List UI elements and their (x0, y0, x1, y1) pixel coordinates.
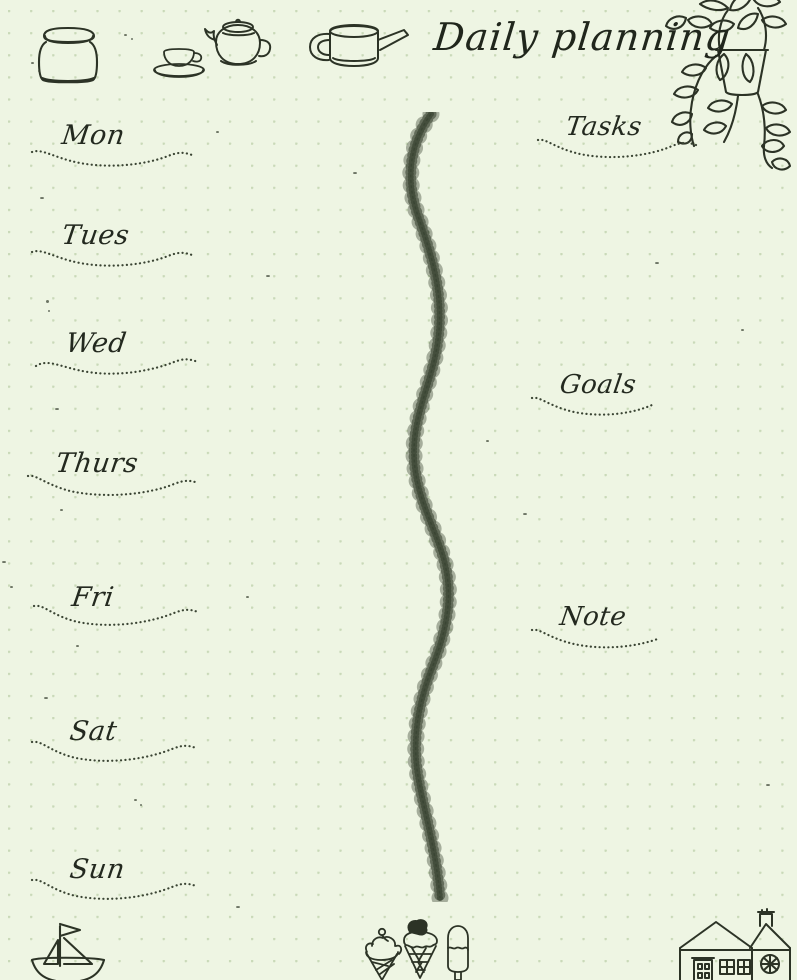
day-label-fri: Fri (69, 582, 116, 613)
day-label-sat: Sat (67, 716, 120, 747)
ink-speck (134, 799, 137, 801)
ink-speck (60, 509, 63, 511)
ink-speck (741, 329, 744, 331)
ink-speck (655, 262, 659, 264)
ink-speck (55, 408, 59, 410)
ink-speck (44, 697, 48, 699)
page-title: Daily planning (431, 15, 734, 59)
ink-speck (76, 645, 79, 647)
day-underline-sat (30, 740, 198, 762)
ink-speck (40, 197, 44, 199)
house-doodle (679, 908, 791, 980)
ink-speck (216, 131, 219, 133)
daily-planning-page: Daily planning Mon Tues Wed Thurs Fri Sa… (0, 0, 797, 980)
section-label-goals: Goals (557, 370, 639, 400)
ink-speck (236, 906, 240, 908)
sailboat-doodle (30, 922, 106, 980)
day-label-thurs: Thurs (53, 448, 141, 479)
ink-speck (523, 513, 527, 515)
watering-can-doodle (309, 24, 409, 67)
section-label-tasks: Tasks (563, 112, 644, 142)
ink-speck (38, 70, 40, 72)
ink-speck (46, 300, 49, 303)
ink-speck (266, 275, 270, 277)
ink-speck (124, 34, 127, 36)
ink-speck (140, 804, 142, 806)
waffle-cone-doodle (403, 919, 438, 979)
section-label-note: Note (557, 602, 629, 632)
ink-speck (486, 440, 489, 442)
day-label-mon: Mon (59, 120, 127, 151)
ink-speck (10, 586, 13, 588)
ink-speck (31, 62, 34, 64)
day-underline-fri (32, 604, 200, 626)
day-label-wed: Wed (63, 328, 129, 359)
ink-speck (48, 310, 50, 312)
ink-speck (131, 38, 133, 40)
popsicle-doodle (447, 925, 469, 980)
ink-speck (766, 784, 770, 786)
ink-speck (353, 172, 357, 174)
ink-speck (2, 561, 6, 563)
vine-divider (388, 112, 488, 902)
jar-doodle (37, 26, 99, 84)
ink-speck (246, 596, 249, 598)
teapot-doodle (204, 18, 272, 66)
day-label-tues: Tues (59, 220, 132, 251)
day-label-sun: Sun (67, 854, 127, 885)
